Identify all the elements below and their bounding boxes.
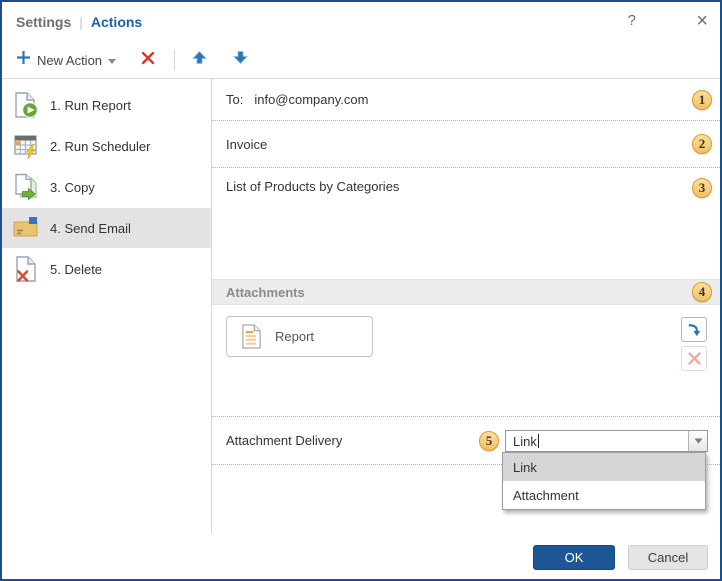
copy-icon [12, 173, 40, 201]
run-scheduler-icon [12, 132, 40, 160]
move-down-button[interactable] [228, 47, 253, 73]
sidebar-item-label: 5. Delete [50, 262, 102, 277]
step-badge-1: 1 [692, 90, 712, 110]
sidebar-item-label: 1. Run Report [50, 98, 131, 113]
step-badge-4: 4 [692, 282, 712, 302]
sidebar-item-run-scheduler[interactable]: 2. Run Scheduler [2, 126, 211, 166]
action-list: 1. Run Report 2. Run Scheduler [2, 79, 212, 534]
step-badge-2: 2 [692, 134, 712, 154]
attachment-name: Report [275, 329, 314, 344]
combobox-dropdown-button[interactable] [688, 431, 707, 451]
arrow-down-icon [232, 50, 249, 70]
chevron-down-icon [108, 51, 116, 69]
new-action-label: New Action [37, 53, 102, 68]
body-value: List of Products by Categories [226, 179, 399, 194]
curved-down-arrow-icon [685, 321, 703, 338]
dropdown-option-link[interactable]: Link [503, 453, 705, 481]
text-cursor [538, 434, 539, 448]
remove-x-icon [686, 350, 703, 367]
toolbar: New Action [2, 42, 720, 79]
tab-actions[interactable]: Actions [91, 14, 142, 30]
plus-icon [16, 50, 31, 70]
cancel-button[interactable]: Cancel [628, 545, 708, 570]
move-up-button[interactable] [187, 47, 212, 73]
sidebar-item-delete[interactable]: 5. Delete [2, 249, 211, 289]
report-document-icon [240, 323, 263, 350]
sidebar-item-label: 3. Copy [50, 180, 95, 195]
attachment-item-report[interactable]: Report [226, 316, 373, 357]
dialog-footer: OK Cancel [2, 534, 720, 579]
attachment-delivery-label: Attachment Delivery [226, 433, 342, 448]
close-icon[interactable]: × [696, 11, 708, 31]
delete-x-icon [140, 50, 156, 71]
subject-value: Invoice [226, 137, 267, 152]
step-badge-5: 5 [479, 431, 499, 451]
run-report-icon [12, 91, 40, 119]
to-value: info@company.com [254, 92, 368, 107]
toolbar-separator [174, 50, 175, 70]
attachment-insert-button[interactable] [681, 317, 707, 342]
delete-action-button[interactable] [136, 47, 160, 74]
email-to-field[interactable]: To: info@company.com 1 [212, 79, 720, 121]
arrow-up-icon [191, 50, 208, 70]
attachments-title: Attachments [226, 285, 305, 300]
tab-divider: | [79, 14, 83, 30]
sidebar-item-copy[interactable]: 3. Copy [2, 167, 211, 207]
tab-settings[interactable]: Settings [16, 14, 71, 30]
sidebar-item-label: 2. Run Scheduler [50, 139, 150, 154]
email-subject-field[interactable]: Invoice 2 [212, 121, 720, 168]
settings-actions-dialog: Settings | Actions ? × New Action [0, 0, 722, 581]
send-email-icon [12, 214, 40, 242]
titlebar: Settings | Actions ? × [2, 2, 720, 42]
step-badge-3: 3 [692, 178, 712, 198]
email-body-field[interactable]: List of Products by Categories 3 [212, 168, 720, 279]
attachments-section-header: Attachments 4 [212, 279, 720, 305]
sidebar-item-send-email[interactable]: 4. Send Email [2, 208, 211, 248]
attachments-list-area: Report [212, 305, 720, 417]
new-action-button[interactable]: New Action [12, 47, 120, 73]
combobox-arrow-icon [694, 438, 703, 444]
help-icon[interactable]: ? [628, 11, 636, 31]
delivery-dropdown-list: Link Attachment [502, 452, 706, 510]
delete-icon [12, 255, 40, 283]
dropdown-option-attachment[interactable]: Attachment [503, 481, 705, 509]
combobox-value[interactable]: Link [506, 434, 688, 449]
attachment-remove-button[interactable] [681, 346, 707, 371]
attachment-delivery-combobox[interactable]: Link [505, 430, 708, 452]
to-label: To: [226, 92, 243, 107]
sidebar-item-label: 4. Send Email [50, 221, 131, 236]
ok-button[interactable]: OK [533, 545, 615, 570]
sidebar-item-run-report[interactable]: 1. Run Report [2, 85, 211, 125]
